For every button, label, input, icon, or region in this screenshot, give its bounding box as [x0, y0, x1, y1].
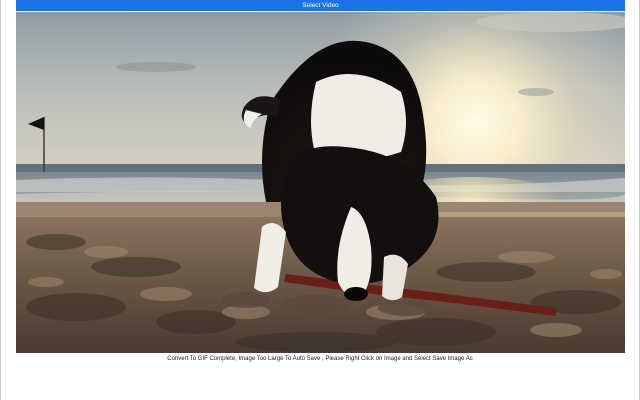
gif-preview-image[interactable] [16, 12, 625, 353]
select-video-button[interactable]: Select Video [16, 0, 625, 11]
window-border-left [0, 0, 1, 400]
conversion-status-message: Convert To GIF Complete, Image Too Large… [167, 356, 473, 362]
app-window: Select Video Convert To GIF Complete, Im… [0, 0, 640, 400]
gif-preview-artwork [16, 12, 625, 353]
